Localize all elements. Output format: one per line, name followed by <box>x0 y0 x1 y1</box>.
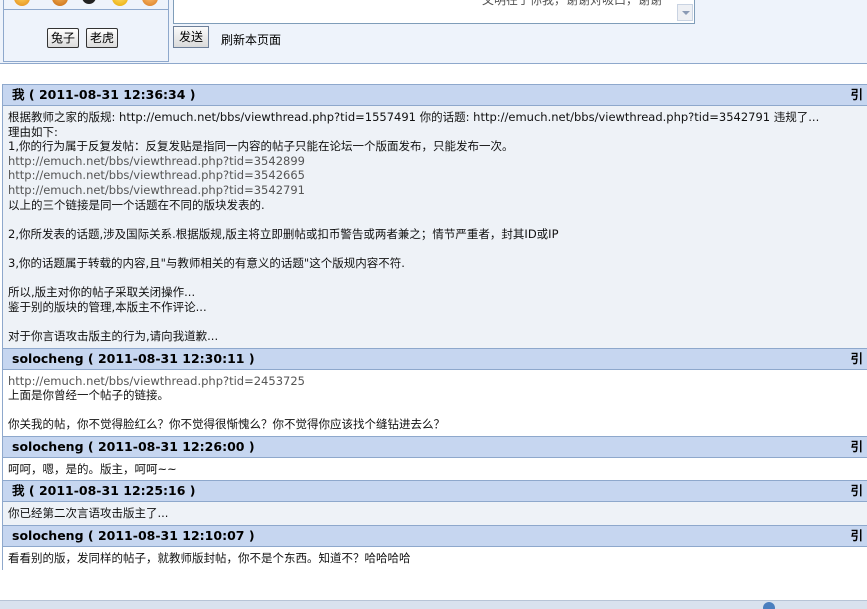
quote-link[interactable]: 引 <box>850 526 863 546</box>
emoji-grin-icon[interactable] <box>52 0 68 6</box>
post-header: solocheng ( 2011-08-31 12:10:07 ) 引 <box>3 525 867 548</box>
quote-link[interactable]: 引 <box>850 349 863 369</box>
post-author: solocheng <box>12 350 84 366</box>
post-header: solocheng ( 2011-08-31 12:30:11 ) 引 <box>3 347 867 370</box>
post-body: 呵呵，嗯，是的。版主，呵呵~~ <box>3 457 867 481</box>
post-line: 你关我的帖，你不觉得脸红么？你不觉得很惭愧么？你不觉得你应该找个缝钻进去么？ <box>8 417 445 432</box>
post-line <box>8 241 861 256</box>
post-list: 我 ( 2011-08-31 12:36:34 ) 引根据教师之家的版规: htt… <box>2 84 867 570</box>
quote-link[interactable]: 引 <box>850 481 863 501</box>
message-textarea[interactable]: 文明在于你我，谢谢对吸口，谢谢 <box>173 0 695 24</box>
scroll-down-arrow-icon[interactable] <box>677 4 693 21</box>
post-line: 你已经第二次言语攻击版主了... <box>8 506 169 521</box>
post-line <box>8 271 861 286</box>
post-time-open-paren: ( <box>83 438 98 454</box>
post-header: 我 ( 2011-08-31 12:25:16 ) 引 <box>3 480 867 503</box>
post-line: 根据教师之家的版规: http://emuch.net/bbs/viewthre… <box>8 110 820 124</box>
post-body: 你已经第二次言语攻击版主了... <box>3 502 867 526</box>
post-body: http://emuch.net/bbs/viewthread.php?tid=… <box>3 369 867 436</box>
post-author: solocheng <box>12 438 84 454</box>
post-line: 对于你言语攻击版主的行为,请向我道歉... <box>8 328 219 343</box>
emoji-star-icon[interactable] <box>112 0 128 6</box>
post-body: 看看别的版，发同样的帖子，就教师版封帖，你不是个东西。知道不？哈哈哈哈 <box>3 547 867 570</box>
post-line: 3,你的话题属于转载的内容,且"与教师相关的有意义的话题"这个版规内容不符. <box>8 255 405 270</box>
post-line: 以上的三个链接是同一个话题在不同的版块发表的. <box>8 197 265 212</box>
post-line <box>8 212 861 227</box>
tiger-button[interactable]: 老虎 <box>86 28 119 48</box>
quote-link[interactable]: 引 <box>850 85 863 105</box>
post-time-open-paren: ( <box>24 483 39 499</box>
post-line: 所以,版主对你的帖子采取关闭操作... <box>8 285 196 300</box>
post-link[interactable]: http://emuch.net/bbs/viewthread.php?tid=… <box>8 168 861 183</box>
post-line: 上面是你曾经一个帖子的链接。 <box>8 388 169 403</box>
post-timestamp: 2011-08-31 12:30:11 <box>97 350 245 366</box>
post-line: 理由如下: <box>8 124 58 139</box>
rabbit-button[interactable]: 兔子 <box>47 28 80 48</box>
refresh-page-link[interactable]: 刷新本页面 <box>221 31 281 48</box>
post-line: 呵呵，嗯，是的。版主，呵呵~~ <box>8 461 177 476</box>
emoji-face-icon[interactable] <box>142 0 158 6</box>
post-time-close-paren: ) <box>185 87 196 102</box>
post-time-open-paren: ( <box>83 350 98 366</box>
post-time-close-paren: ) <box>244 350 255 366</box>
emoji-panel: 兔子 老虎 <box>3 0 169 62</box>
post-line <box>8 403 861 418</box>
status-bar <box>0 600 867 609</box>
post-timestamp: 2011-08-31 12:36:34 <box>38 87 186 102</box>
post-time-close-paren: ) <box>244 528 255 544</box>
post-line: 2,你所发表的话题,涉及国际关系.根据版规,版主将立即删帖或扣币警告或两者兼之；… <box>8 226 559 241</box>
post-link[interactable]: http://emuch.net/bbs/viewthread.php?tid=… <box>8 374 861 389</box>
post-time-close-paren: ) <box>185 483 196 499</box>
send-button[interactable]: 发送 <box>173 26 209 48</box>
quote-link[interactable]: 引 <box>850 437 863 457</box>
emoji-yinyang-icon[interactable] <box>82 0 96 4</box>
post-timestamp: 2011-08-31 12:25:16 <box>38 483 186 499</box>
post-line: 1,你的行为属于反复发帖：反复发贴是指同一内容的帖子只能在论坛一个版面发布，只能… <box>8 139 514 154</box>
post-line <box>8 314 861 329</box>
message-placeholder: 文明在于你我，谢谢对吸口，谢谢 <box>482 0 663 7</box>
post-link[interactable]: http://emuch.net/bbs/viewthread.php?tid=… <box>8 183 861 198</box>
post-line: 看看别的版，发同样的帖子，就教师版封帖，你不是个东西。知道不？哈哈哈哈 <box>8 551 411 566</box>
emoji-row <box>4 0 168 10</box>
post-timestamp: 2011-08-31 12:10:07 <box>97 528 245 544</box>
post-body: 根据教师之家的版规: http://emuch.net/bbs/viewthre… <box>3 106 867 348</box>
post-author: 我 <box>12 87 25 102</box>
post-line: 鉴于别的版块的管理,本版主不作评论... <box>8 299 207 314</box>
post-time-close-paren: ) <box>244 438 255 454</box>
post-timestamp: 2011-08-31 12:26:00 <box>97 438 245 454</box>
post-header: solocheng ( 2011-08-31 12:26:00 ) 引 <box>3 435 867 458</box>
emoji-smile-icon[interactable] <box>14 0 30 6</box>
compose-area: 兔子 老虎 文明在于你我，谢谢对吸口，谢谢 发送 刷新本页面 <box>0 0 867 64</box>
post-time-open-paren: ( <box>83 528 98 544</box>
post-time-open-paren: ( <box>24 87 39 102</box>
post-author: solocheng <box>12 528 84 544</box>
post-link[interactable]: http://emuch.net/bbs/viewthread.php?tid=… <box>8 154 861 169</box>
post-author: 我 <box>12 483 25 499</box>
status-icon <box>763 602 775 609</box>
post-header: 我 ( 2011-08-31 12:36:34 ) 引 <box>3 84 867 106</box>
